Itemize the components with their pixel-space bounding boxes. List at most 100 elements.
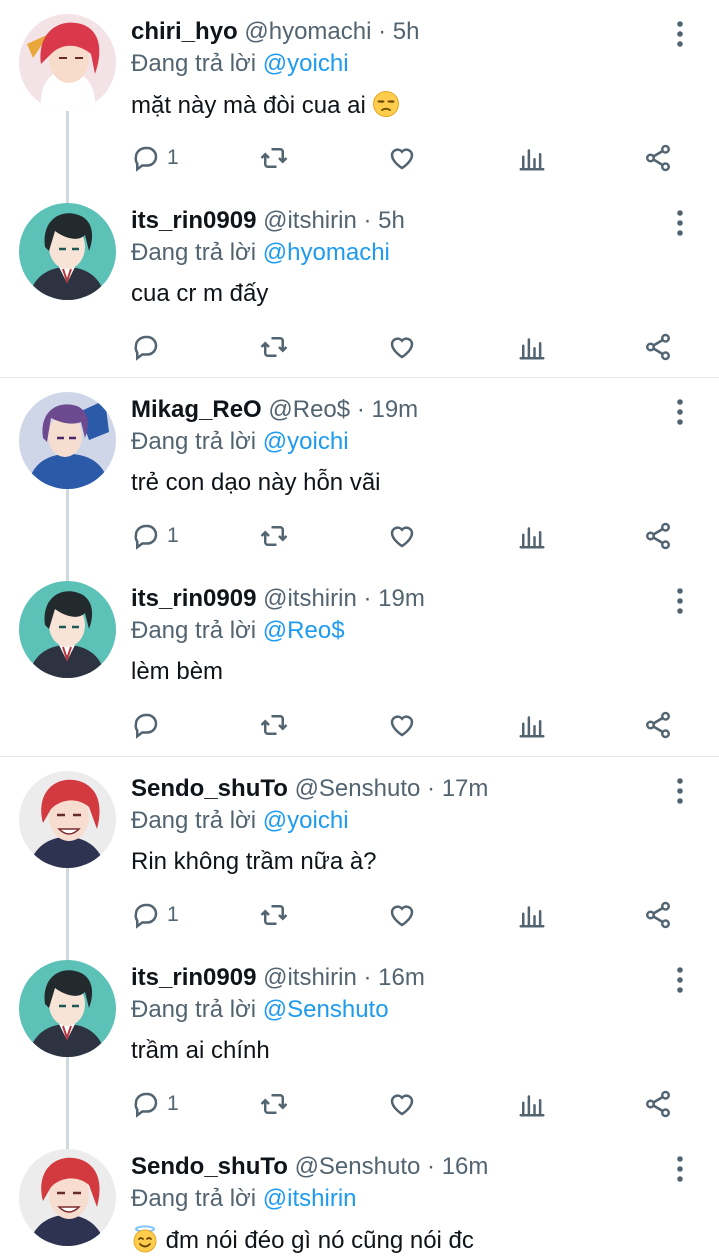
reply-tweet[interactable]: its_rin0909 @itshirin · 16m Đang trả lời…	[0, 946, 719, 1135]
mention-link[interactable]: @yoichi	[263, 428, 349, 455]
display-name[interactable]: Sendo_shuTo	[131, 1153, 288, 1180]
avatar[interactable]	[19, 581, 116, 678]
more-options-icon[interactable]	[668, 1153, 692, 1185]
retweet-button[interactable]	[259, 331, 289, 363]
views-button[interactable]	[517, 899, 547, 931]
display-name[interactable]: Sendo_shuTo	[131, 775, 288, 802]
more-options-icon[interactable]	[668, 964, 692, 996]
reply-button[interactable]: 1	[131, 142, 179, 174]
user-handle[interactable]: @itshirin	[263, 207, 357, 234]
retweet-button[interactable]	[259, 142, 289, 174]
timestamp[interactable]: 16m	[442, 1153, 489, 1180]
reply-tweet[interactable]: Sendo_shuTo @Senshuto · 17m Đang trả lời…	[0, 757, 719, 946]
like-button[interactable]	[387, 899, 417, 931]
mention-link[interactable]: @itshirin	[263, 1185, 357, 1212]
tweet-text: lèm bèm	[131, 657, 223, 687]
views-button[interactable]	[517, 331, 547, 363]
share-button[interactable]	[643, 709, 673, 741]
avatar[interactable]	[19, 14, 116, 111]
heart-icon	[387, 521, 417, 551]
share-button[interactable]	[643, 1088, 673, 1120]
share-icon	[643, 710, 673, 740]
reply-tweet[interactable]: its_rin0909 @itshirin · 19m Đang trả lời…	[0, 567, 719, 756]
tweet-text-body: đm nói đéo gì nó cũng nói đc	[165, 1227, 474, 1254]
reply-tweet[interactable]: chiri_hyo @hyomachi · 5h Đang trả lời @y…	[0, 0, 719, 189]
avatar[interactable]	[19, 960, 116, 1057]
avatar[interactable]	[19, 1149, 116, 1246]
timestamp[interactable]: 19m	[371, 396, 418, 423]
more-options-icon[interactable]	[668, 396, 692, 428]
user-handle[interactable]: @hyomachi	[244, 18, 371, 45]
more-options-icon[interactable]	[668, 207, 692, 239]
retweet-icon	[259, 521, 289, 551]
like-button[interactable]	[387, 1088, 417, 1120]
share-button[interactable]	[643, 142, 673, 174]
display-name[interactable]: Mikag_ReO	[131, 396, 262, 423]
avatar[interactable]	[19, 392, 116, 489]
timestamp[interactable]: 5h	[378, 207, 405, 234]
user-handle[interactable]: @Reo$	[268, 396, 350, 423]
retweet-button[interactable]	[259, 1088, 289, 1120]
replying-to: Đang trả lời @itshirin	[131, 1184, 357, 1214]
views-button[interactable]	[517, 1088, 547, 1120]
tweet-text: đm nói đéo gì nó cũng nói đc	[131, 1225, 474, 1256]
reply-count: 1	[167, 524, 179, 547]
reply-tweet[interactable]: Mikag_ReO @Reo$ · 19m Đang trả lời @yoic…	[0, 378, 719, 567]
user-handle[interactable]: @itshirin	[263, 964, 357, 991]
separator: ·	[363, 207, 372, 234]
tweet-header: Mikag_ReO @Reo$ · 19m	[131, 395, 418, 425]
like-button[interactable]	[387, 142, 417, 174]
more-options-icon[interactable]	[668, 775, 692, 807]
user-handle[interactable]: @itshirin	[263, 585, 357, 612]
retweet-button[interactable]	[259, 520, 289, 552]
bar-chart-icon	[517, 710, 547, 740]
like-button[interactable]	[387, 331, 417, 363]
reply-tweet[interactable]: Sendo_shuTo @Senshuto · 16m Đang trả lời…	[0, 1135, 719, 1260]
display-name[interactable]: its_rin0909	[131, 964, 256, 991]
reply-button[interactable]: 1	[131, 1088, 179, 1120]
like-button[interactable]	[387, 709, 417, 741]
reply-tweet[interactable]: its_rin0909 @itshirin · 5h Đang trả lời …	[0, 189, 719, 378]
unamused-face-icon	[373, 91, 400, 117]
views-button[interactable]	[517, 709, 547, 741]
timestamp[interactable]: 16m	[378, 964, 425, 991]
reply-button[interactable]: 1	[131, 899, 179, 931]
retweet-button[interactable]	[259, 709, 289, 741]
mention-link[interactable]: @Senshuto	[263, 996, 389, 1023]
like-button[interactable]	[387, 520, 417, 552]
reply-button[interactable]	[131, 709, 167, 741]
mention-link[interactable]: @Reo$	[263, 617, 345, 644]
timestamp[interactable]: 17m	[442, 775, 489, 802]
timestamp[interactable]: 5h	[393, 18, 420, 45]
tweet-text: trẻ con dạo này hỗn vãi	[131, 468, 381, 498]
avatar[interactable]	[19, 203, 116, 300]
more-options-icon[interactable]	[668, 18, 692, 50]
share-button[interactable]	[643, 899, 673, 931]
mention-link[interactable]: @yoichi	[263, 807, 349, 834]
tweet-text: mặt này mà đòi cua ai	[131, 90, 400, 121]
tweet-header: its_rin0909 @itshirin · 19m	[131, 584, 425, 614]
display-name[interactable]: its_rin0909	[131, 585, 256, 612]
replying-to: Đang trả lời @yoichi	[131, 49, 349, 79]
reply-icon	[131, 1089, 161, 1119]
share-button[interactable]	[643, 520, 673, 552]
mention-link[interactable]: @hyomachi	[263, 239, 390, 266]
display-name[interactable]: its_rin0909	[131, 207, 256, 234]
user-handle[interactable]: @Senshuto	[295, 775, 421, 802]
share-button[interactable]	[643, 331, 673, 363]
retweet-button[interactable]	[259, 899, 289, 931]
user-handle[interactable]: @Senshuto	[295, 1153, 421, 1180]
replying-to-label: Đang trả lời	[131, 239, 257, 266]
tweet-text-body: trẻ con dạo này hỗn vãi	[131, 469, 381, 496]
reply-button[interactable]	[131, 331, 167, 363]
timestamp[interactable]: 19m	[378, 585, 425, 612]
heart-icon	[387, 710, 417, 740]
reply-button[interactable]: 1	[131, 520, 179, 552]
share-icon	[643, 143, 673, 173]
more-options-icon[interactable]	[668, 585, 692, 617]
avatar[interactable]	[19, 771, 116, 868]
views-button[interactable]	[517, 142, 547, 174]
views-button[interactable]	[517, 520, 547, 552]
mention-link[interactable]: @yoichi	[263, 50, 349, 77]
display-name[interactable]: chiri_hyo	[131, 18, 238, 45]
